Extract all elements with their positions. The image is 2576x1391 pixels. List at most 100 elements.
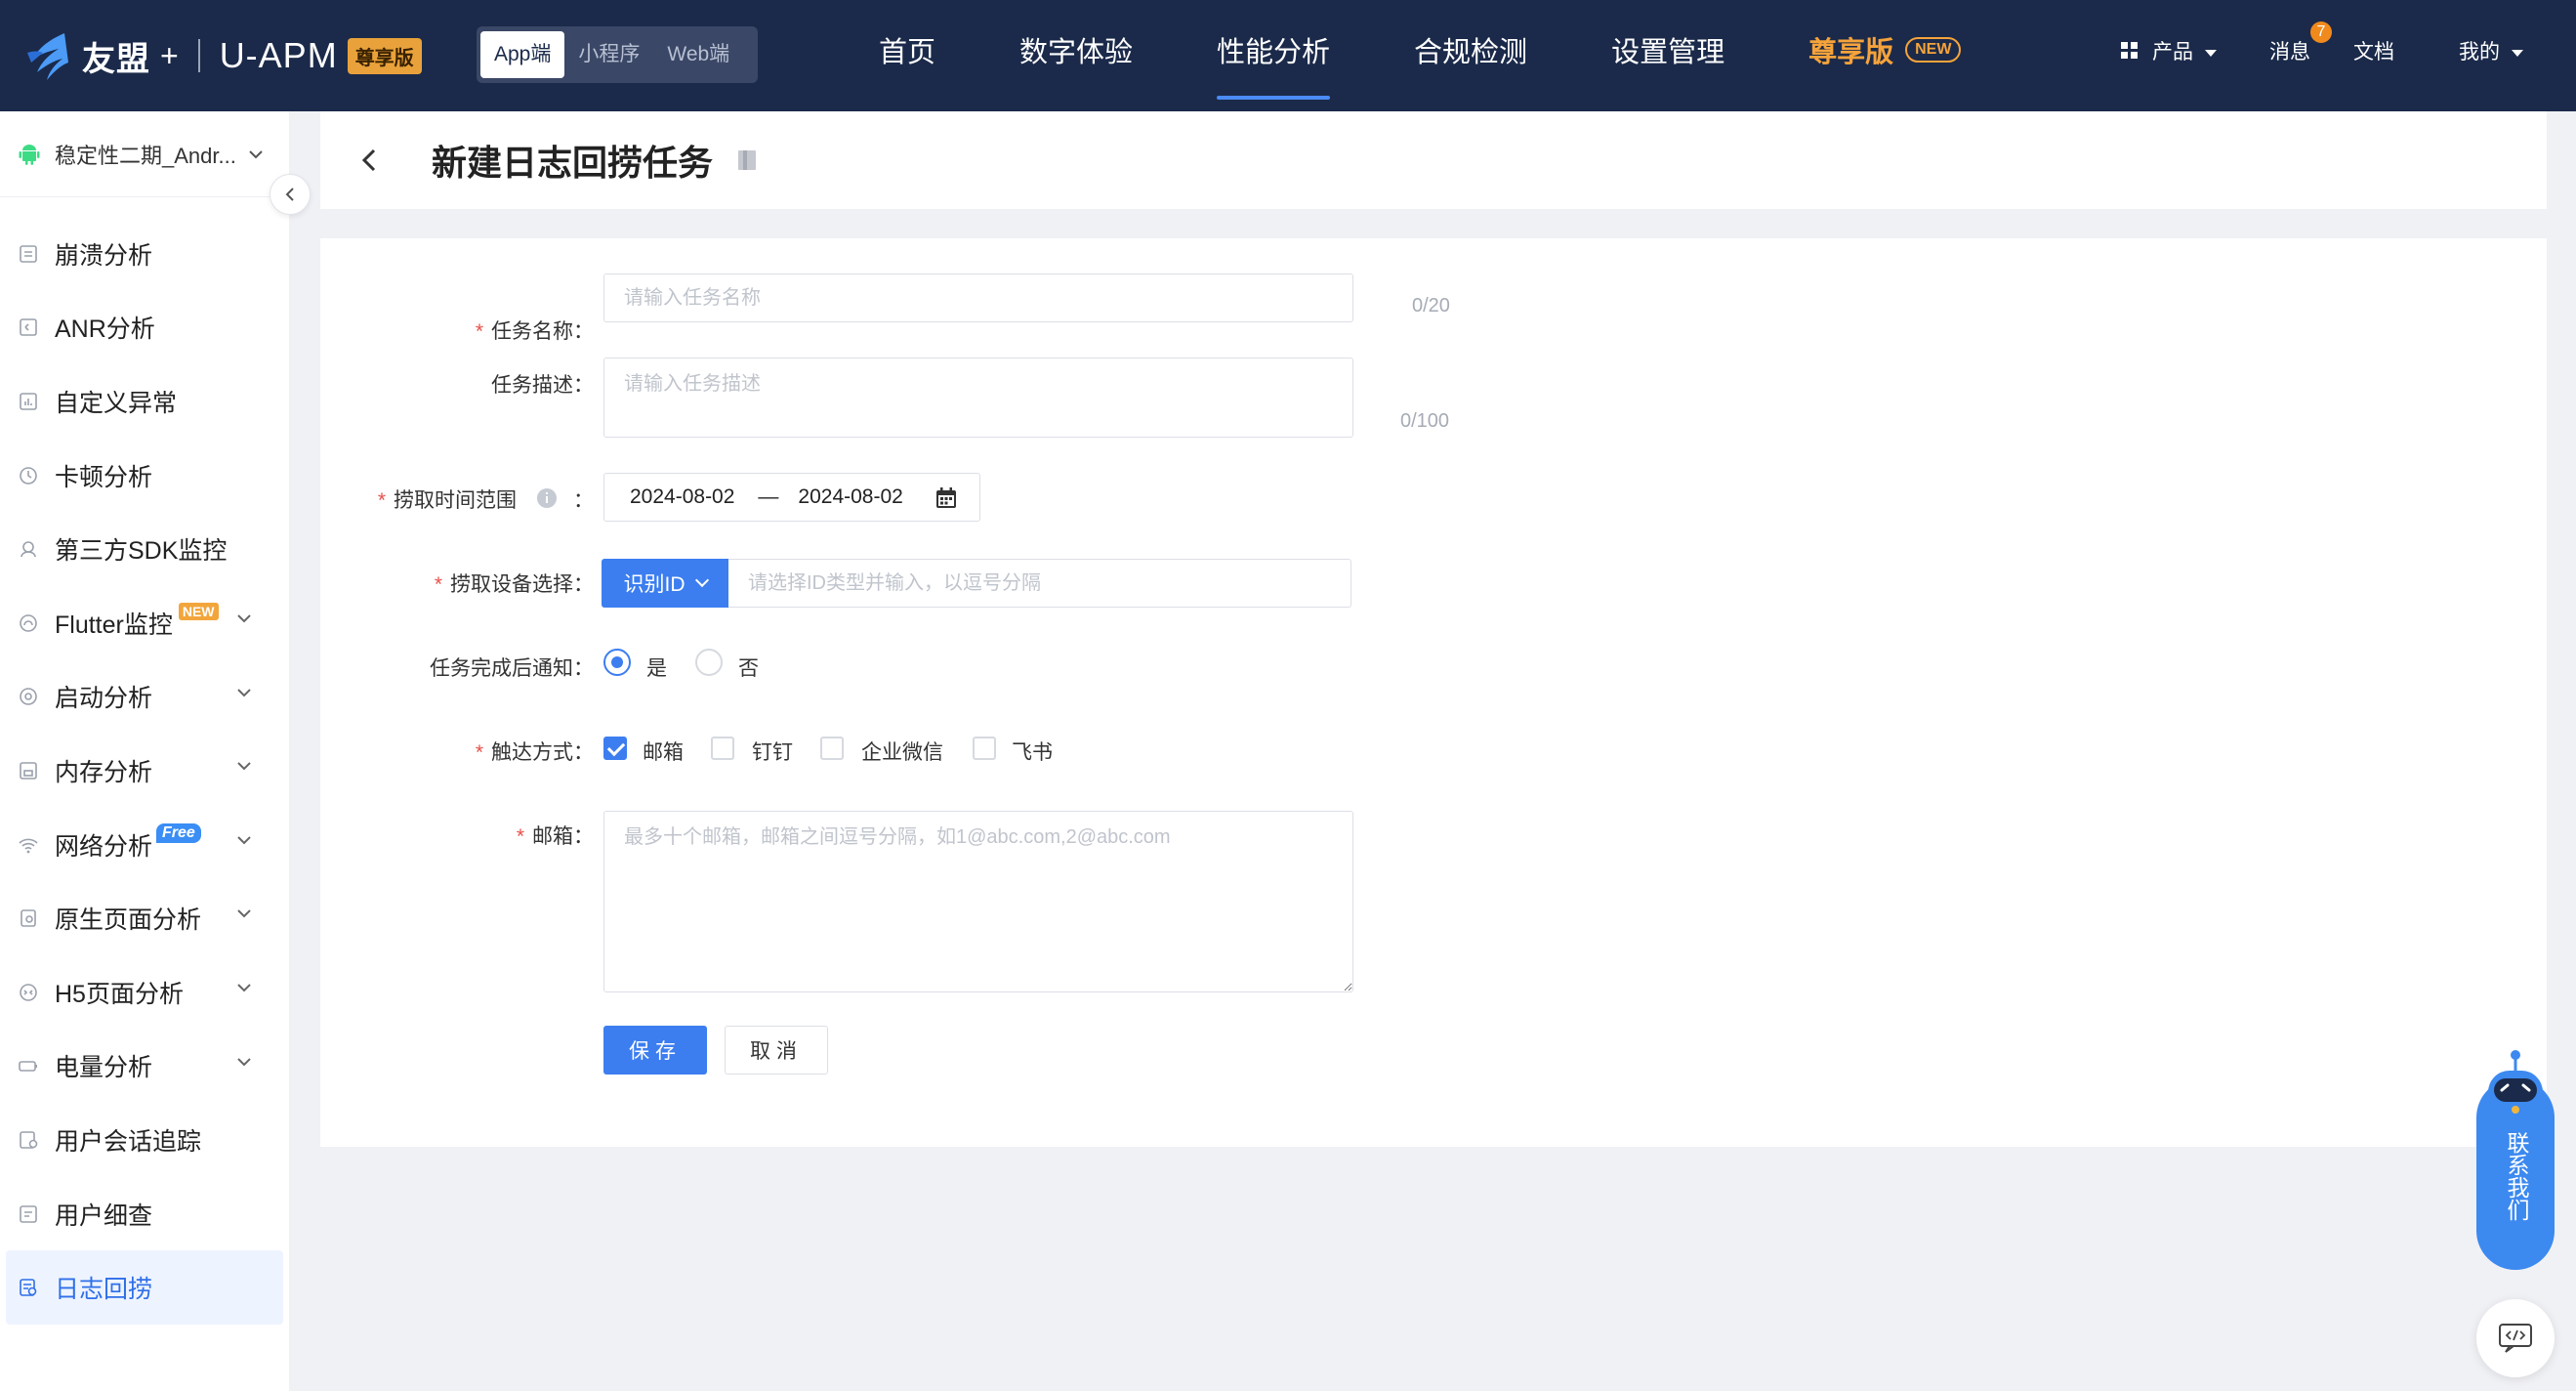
channel-dingtalk-checkbox[interactable]	[711, 737, 734, 760]
sidebar-collapse-button[interactable]	[270, 174, 311, 215]
task-form: * 任务名称： 0/20 任务描述： 0/100 * 捞取时间范围 ： 2024-08…	[320, 238, 2547, 1147]
calendar-icon[interactable]	[935, 486, 958, 510]
cancel-button[interactable]: 取消	[725, 1026, 828, 1075]
caret-down-icon	[2205, 49, 2217, 57]
sidebar-item-label: 日志回捞	[55, 1276, 153, 1304]
sidebar-item-memory[interactable]: 内存分析	[0, 734, 289, 808]
sidebar-item-lag[interactable]: 卡顿分析	[0, 439, 289, 513]
task-name-counter: 0/20	[1412, 295, 1450, 316]
chevron-left-icon	[361, 148, 376, 172]
device-id-input[interactable]	[728, 559, 1351, 608]
save-button[interactable]: 保存	[603, 1026, 707, 1075]
sidebar-item-network[interactable]: 网络分析 Free	[0, 808, 289, 882]
channels-label-text: 触达方式：	[491, 741, 594, 764]
platform-switch: App端 小程序 Web端	[477, 26, 758, 83]
channel-feishu-checkbox[interactable]	[973, 737, 996, 760]
id-type-dropdown[interactable]: 识别ID	[602, 559, 728, 608]
sidebar-item-custom-exception[interactable]: 自定义异常	[0, 364, 289, 439]
user-detail-icon	[20, 1204, 37, 1223]
page-title: 新建日志回捞任务	[432, 143, 714, 183]
task-desc-counter: 0/100	[1400, 410, 1450, 432]
task-desc-input[interactable]	[603, 358, 1353, 438]
doc-icon[interactable]	[734, 148, 760, 173]
required-mark: *	[377, 489, 386, 512]
app-selector[interactable]: 稳定性二期_Andr...	[0, 111, 289, 197]
nav-digital-experience[interactable]: 数字体验	[1019, 0, 1133, 111]
sidebar-item-log-retrieval[interactable]: 日志回捞	[6, 1250, 283, 1325]
chevron-down-icon	[237, 909, 251, 918]
chevron-down-icon	[249, 149, 263, 158]
nav-vip[interactable]: 尊享版 NEW	[1808, 0, 1962, 111]
logo[interactable]: 友盟 + U-APM 尊享版	[21, 21, 422, 90]
task-name-input[interactable]	[603, 274, 1353, 322]
product-name: U-APM	[219, 35, 338, 75]
brand-name: 友盟	[82, 40, 150, 78]
sidebar-item-user-detail[interactable]: 用户细查	[0, 1177, 289, 1251]
account-menu[interactable]: 我的	[2459, 0, 2523, 111]
notify-no-radio[interactable]	[695, 649, 723, 676]
notify-no-label[interactable]: 否	[738, 653, 759, 682]
channel-email-label[interactable]: 邮箱	[643, 737, 684, 766]
channel-wecom-label[interactable]: 企业微信	[861, 737, 943, 766]
robot-icon	[2488, 1050, 2543, 1114]
email-input[interactable]	[603, 811, 1353, 992]
sidebar-item-crash[interactable]: 崩溃分析	[0, 217, 289, 291]
top-bar: 友盟 + U-APM 尊享版 App端 小程序 Web端 首页 数字体验 性能分…	[0, 0, 2576, 111]
end-date[interactable]: 2024-08-02	[798, 485, 902, 509]
memory-icon	[20, 762, 37, 780]
sidebar-item-third-party-sdk[interactable]: 第三方SDK监控	[0, 512, 289, 586]
platform-tab-web[interactable]: Web端	[653, 31, 743, 78]
messages-link[interactable]: 消息 7	[2269, 0, 2332, 111]
contact-us-widget[interactable]: 联系我们	[2476, 1049, 2555, 1270]
page-header: 新建日志回捞任务	[320, 111, 2547, 209]
sidebar-item-h5-page[interactable]: H5页面分析	[0, 955, 289, 1030]
channel-email-checkbox[interactable]	[603, 737, 627, 760]
wifi-icon	[19, 838, 38, 853]
notify-label: 任务完成后通知：	[430, 657, 594, 680]
sidebar-item-native-page[interactable]: 原生页面分析	[0, 881, 289, 955]
channel-dingtalk-label[interactable]: 钉钉	[752, 737, 793, 766]
edition-badge: 尊享版	[347, 37, 422, 74]
start-date[interactable]: 2024-08-02	[630, 485, 734, 509]
sidebar-item-flutter[interactable]: Flutter监控 NEW	[0, 586, 289, 660]
date-separator: —	[758, 485, 779, 508]
back-button[interactable]	[350, 141, 389, 180]
chevron-down-icon	[237, 688, 251, 696]
docs-link[interactable]: 文档	[2353, 0, 2394, 111]
required-mark: *	[516, 825, 524, 848]
date-range-picker[interactable]: 2024-08-02 — 2024-08-02	[603, 473, 980, 522]
channel-feishu-label[interactable]: 飞书	[1012, 737, 1053, 766]
nav-vip-label: 尊享版	[1808, 37, 1894, 68]
swallow-logo-icon	[27, 33, 68, 80]
feedback-button[interactable]	[2476, 1299, 2555, 1377]
device-label-text: 捞取设备选择：	[450, 573, 594, 596]
sidebar-item-launch[interactable]: 启动分析	[0, 660, 289, 735]
platform-tab-app[interactable]: App端	[480, 31, 565, 78]
grid-icon	[2121, 42, 2138, 60]
session-icon	[20, 1131, 38, 1149]
sidebar-item-label: 用户会话追踪	[55, 1127, 202, 1156]
channel-wecom-checkbox[interactable]	[820, 737, 844, 760]
info-icon[interactable]	[536, 487, 558, 509]
nav-settings[interactable]: 设置管理	[1611, 0, 1724, 111]
sidebar-item-label: 网络分析	[55, 832, 153, 861]
required-mark: *	[475, 320, 483, 343]
new-tag: NEW	[178, 602, 219, 620]
new-badge: NEW	[1905, 37, 1962, 63]
notify-yes-label[interactable]: 是	[646, 653, 667, 682]
free-tag: Free	[156, 822, 201, 843]
time-range-label-text: 捞取时间范围	[394, 489, 517, 512]
battery-icon	[19, 1061, 37, 1073]
nav-home[interactable]: 首页	[879, 0, 935, 111]
device-label: * 捞取设备选择：	[435, 569, 594, 598]
notify-yes-radio[interactable]	[603, 649, 631, 676]
sidebar-item-session-trace[interactable]: 用户会话追踪	[0, 1103, 289, 1177]
products-label: 产品	[2152, 41, 2193, 63]
platform-tab-miniprogram[interactable]: 小程序	[564, 31, 653, 78]
sidebar-item-battery[interactable]: 电量分析	[0, 1030, 289, 1104]
brand-plus: +	[160, 37, 179, 73]
nav-performance-analysis[interactable]: 性能分析	[1217, 0, 1331, 111]
nav-compliance[interactable]: 合规检测	[1414, 0, 1527, 111]
products-menu[interactable]: 产品	[2121, 0, 2217, 111]
sidebar-item-anr[interactable]: ANR分析	[0, 291, 289, 365]
